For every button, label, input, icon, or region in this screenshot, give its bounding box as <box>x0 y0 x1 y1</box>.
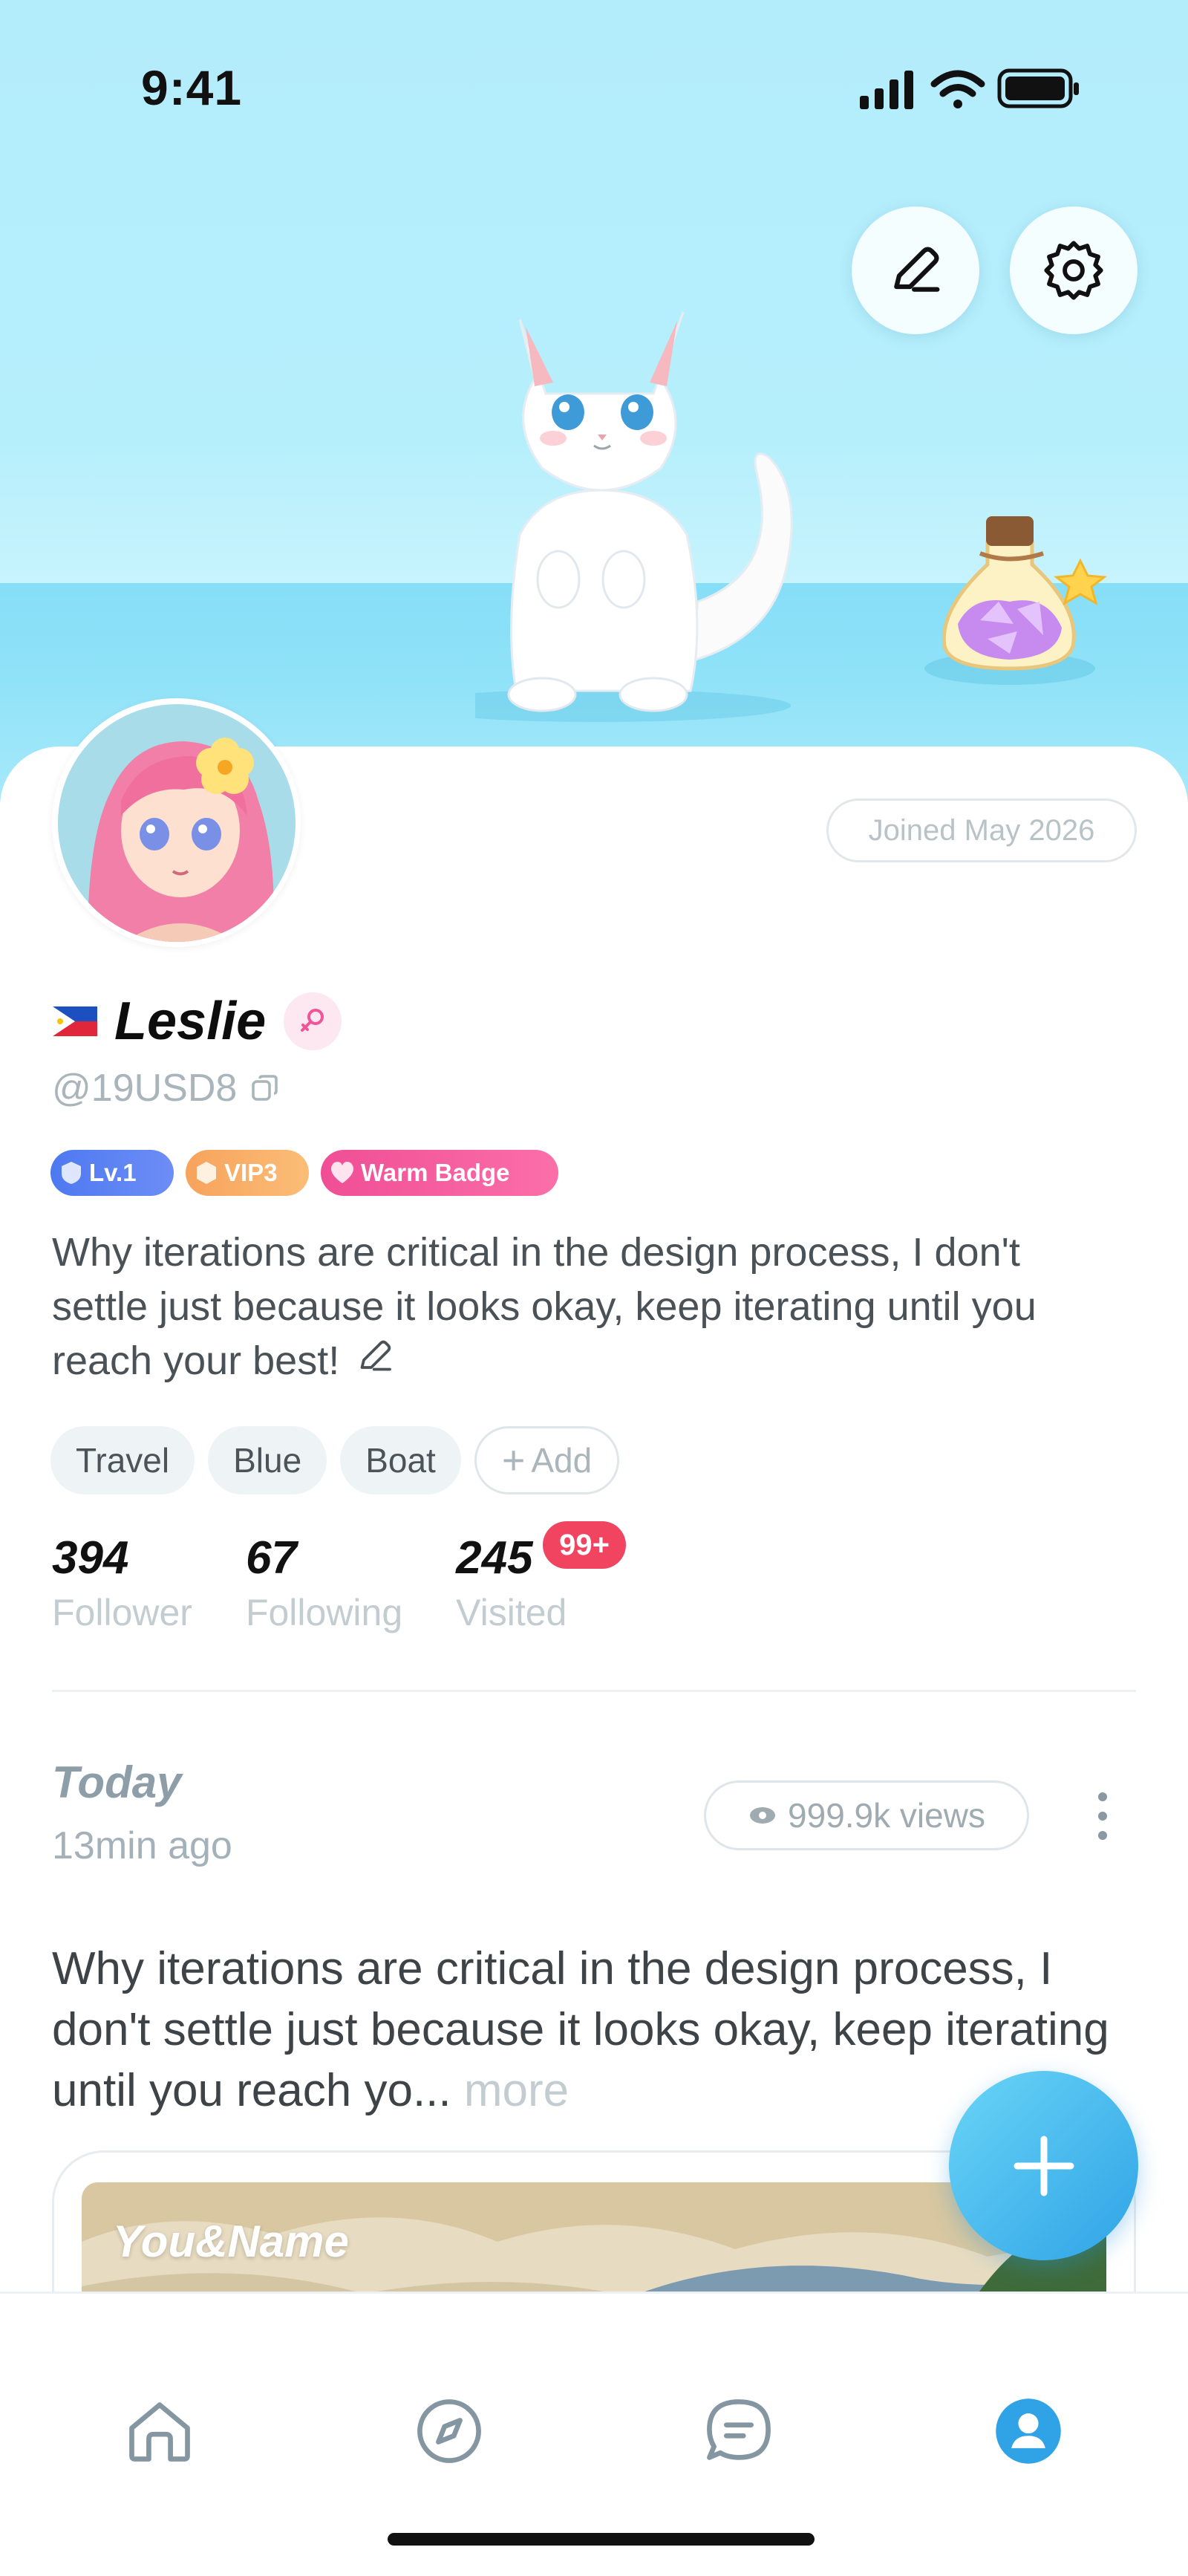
tag-boat[interactable]: Boat <box>340 1426 461 1494</box>
warm-badge: Warm Badge <box>321 1150 558 1196</box>
read-more-link[interactable]: more <box>464 2065 569 2116</box>
settings-button[interactable] <box>1010 206 1138 334</box>
profile-name-row: Leslie <box>52 988 342 1055</box>
edit-bio-icon[interactable] <box>353 1334 397 1393</box>
gear-icon <box>1044 241 1103 300</box>
joined-date-badge: Joined May 2026 <box>826 799 1137 862</box>
shield-icon <box>62 1162 81 1184</box>
following-label: Following <box>245 1592 403 1633</box>
user-handle: @19USD8 <box>52 1067 238 1110</box>
views-count: 999.9k views <box>788 1796 985 1835</box>
philippines-flag-icon <box>53 1006 97 1036</box>
add-tag-label: Add <box>531 1441 593 1480</box>
following-count: 67 <box>245 1532 297 1584</box>
stat-visited[interactable]: 245 Visited 99+ <box>456 1521 627 1639</box>
signal-icon <box>860 71 913 109</box>
visited-label: Visited <box>456 1592 567 1633</box>
wifi-icon <box>930 70 985 108</box>
home-indicator <box>388 2533 815 2546</box>
vip-badge: VIP3 <box>186 1150 309 1196</box>
level-badge: Lv.1 <box>50 1150 174 1196</box>
vip-badge-label: VIP3 <box>224 1159 278 1186</box>
followers-label: Follower <box>52 1592 192 1633</box>
avatar[interactable] <box>52 698 301 947</box>
tab-home[interactable] <box>115 2387 204 2476</box>
tag-travel[interactable]: Travel <box>50 1426 195 1494</box>
profile-name: Leslie <box>114 992 267 1051</box>
profile-cover: 9:41 <box>0 0 1188 802</box>
edit-profile-button[interactable] <box>852 206 979 334</box>
bio: Why iterations are critical in the desig… <box>52 1226 1121 1393</box>
tab-profile[interactable] <box>984 2387 1073 2476</box>
post-image-title: You&Name <box>113 2216 349 2266</box>
crystal-bottle-illustration <box>924 516 1107 685</box>
tab-discover[interactable] <box>405 2387 494 2476</box>
tab-messages[interactable] <box>694 2387 783 2476</box>
post-day: Today <box>52 1757 182 1807</box>
compass-icon <box>417 2399 481 2463</box>
badge-list: Lv.1 VIP3 Warm Badge <box>50 1150 558 1196</box>
avatar-image <box>57 703 296 942</box>
chat-icon <box>707 2399 771 2460</box>
create-post-button[interactable] <box>949 2071 1138 2260</box>
hexagon-icon <box>197 1162 216 1184</box>
copy-icon[interactable] <box>249 1072 281 1105</box>
stat-following[interactable]: 67 Following <box>246 1530 402 1639</box>
more-options-button[interactable] <box>1080 1783 1125 1850</box>
plus-icon: + <box>501 1438 526 1483</box>
followers-count: 394 <box>52 1532 129 1584</box>
status-icons <box>860 68 1079 109</box>
tag-blue[interactable]: Blue <box>208 1426 327 1494</box>
cat-illustration <box>475 311 793 722</box>
stat-followers[interactable]: 394 Follower <box>52 1530 192 1639</box>
handle-row: @19USD8 <box>52 1066 281 1110</box>
battery-icon <box>997 68 1079 108</box>
female-icon <box>284 992 342 1050</box>
warm-badge-label: Warm Badge <box>361 1159 510 1186</box>
level-badge-label: Lv.1 <box>89 1159 137 1186</box>
stats-row: 394 Follower 67 Following 245 Visited 99… <box>52 1521 627 1639</box>
post-body: Why iterations are critical in the desig… <box>52 1943 1109 2116</box>
status-time: 9:41 <box>141 60 243 115</box>
plus-icon <box>1014 2136 1074 2196</box>
eye-icon <box>750 1807 776 1824</box>
add-tag-button[interactable]: + Add <box>474 1426 620 1494</box>
home-icon <box>129 2402 190 2462</box>
heart-icon <box>330 1162 354 1183</box>
notification-badge: 99+ <box>543 1521 627 1569</box>
post-time: 13min ago <box>52 1824 232 1867</box>
bio-text: Why iterations are critical in the desig… <box>52 1230 1037 1383</box>
tag-list: Travel Blue Boat + Add <box>50 1426 620 1494</box>
pencil-icon <box>894 247 940 292</box>
divider <box>52 1690 1136 1692</box>
user-icon <box>996 2398 1061 2464</box>
views-badge: 999.9k views <box>704 1780 1029 1850</box>
